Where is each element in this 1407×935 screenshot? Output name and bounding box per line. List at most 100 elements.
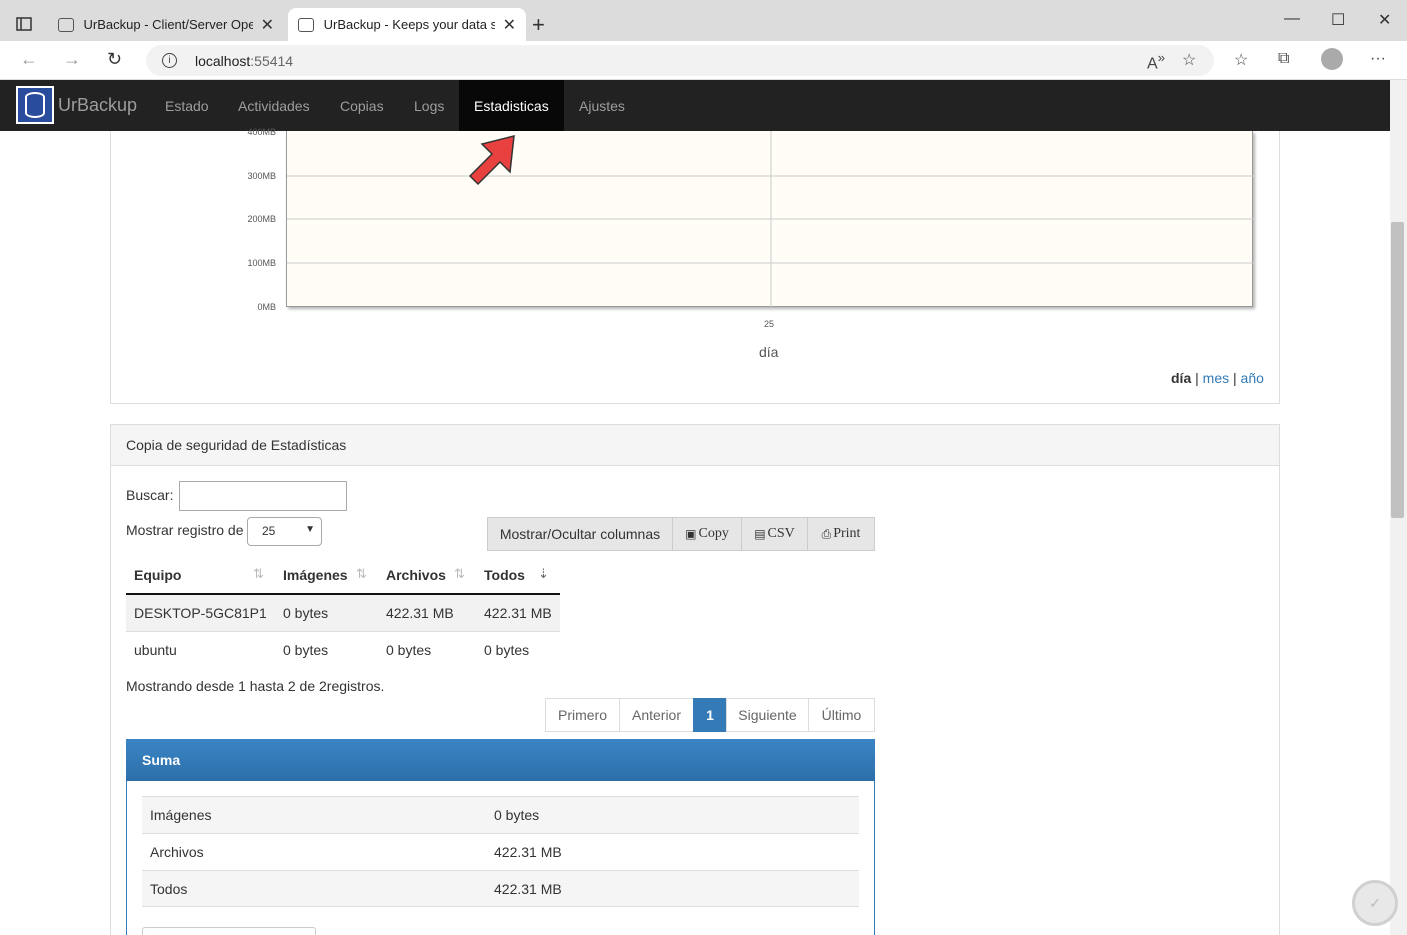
- sort-icon[interactable]: ⇅: [356, 566, 367, 582]
- url-field[interactable]: i localhost:55414: [146, 45, 1214, 76]
- brand[interactable]: UrBackup: [16, 86, 137, 124]
- toggle-columns-button[interactable]: Mostrar/Ocultar columnas: [487, 517, 673, 551]
- chart-plot-area: [286, 131, 1254, 307]
- browser-tab-bar: UrBackup - Client/Server Open S ✕ UrBack…: [0, 0, 1407, 41]
- sort-icon[interactable]: ⇅: [253, 566, 264, 582]
- profile-avatar[interactable]: [1321, 48, 1343, 70]
- suma-label: Imágenes: [150, 807, 212, 823]
- csv-file-icon: ▤: [754, 526, 766, 541]
- forward-icon[interactable]: →: [63, 49, 81, 70]
- y-tick-label: 400MB: [247, 127, 276, 137]
- y-tick-label: 100MB: [247, 258, 276, 268]
- column-header-todos[interactable]: Todos: [484, 567, 525, 583]
- browser-tab-2[interactable]: UrBackup - Keeps your data safe ✕: [288, 8, 526, 41]
- table-cell: 0 bytes: [283, 605, 329, 621]
- app-navbar: UrBackup Estado Actividades Copias Logs …: [0, 80, 1390, 131]
- table-cell: 0 bytes: [484, 642, 530, 658]
- column-header-equipo[interactable]: Equipo: [134, 567, 181, 583]
- suma-value: 0 bytes: [494, 807, 540, 823]
- minimize-icon[interactable]: —: [1284, 10, 1300, 28]
- favorites-icon[interactable]: ☆: [1234, 50, 1248, 70]
- browser-tab-1[interactable]: UrBackup - Client/Server Open S ✕: [48, 8, 284, 41]
- copy-label: Copy: [698, 526, 729, 541]
- reload-icon[interactable]: ↻: [107, 49, 122, 70]
- suma-value: 422.31 MB: [494, 844, 562, 860]
- range-anio-link[interactable]: año: [1241, 370, 1264, 386]
- nav-ajustes[interactable]: Ajustes: [564, 80, 640, 131]
- csv-label: CSV: [767, 526, 795, 541]
- suma-label: Archivos: [150, 844, 204, 860]
- printer-icon: ⎙: [821, 526, 832, 541]
- pager-page-1[interactable]: 1: [693, 698, 727, 732]
- nav-estadisticas[interactable]: Estadisticas: [459, 80, 564, 131]
- pager-last[interactable]: Último: [808, 698, 875, 732]
- copy-button[interactable]: ▣ Copy: [672, 517, 742, 551]
- collections-icon[interactable]: ⧉: [1278, 50, 1289, 68]
- suma-value: 422.31 MB: [494, 881, 562, 897]
- brand-name: UrBackup: [58, 94, 138, 115]
- select-value: 25: [262, 524, 276, 538]
- column-header-imagenes[interactable]: Imágenes: [283, 567, 348, 583]
- close-tab-icon[interactable]: ✕: [503, 15, 516, 35]
- watermark-logo-icon: ✓: [1352, 880, 1398, 926]
- page-icon: [58, 17, 74, 32]
- x-tick-label: 25: [764, 319, 775, 329]
- range-dia[interactable]: día: [1171, 370, 1191, 386]
- url-host: localhost: [195, 52, 251, 69]
- range-separator: |: [1195, 370, 1199, 386]
- column-header-archivos[interactable]: Archivos: [386, 567, 446, 583]
- csv-button[interactable]: ▤ CSV: [741, 517, 808, 551]
- y-tick-label: 200MB: [247, 214, 276, 224]
- table-cell: DESKTOP-5GC81P1: [134, 605, 267, 621]
- close-window-icon[interactable]: ✕: [1378, 10, 1391, 30]
- tab-actions-icon[interactable]: [10, 10, 38, 38]
- read-aloud-icon[interactable]: A»: [1147, 50, 1165, 73]
- stats-panel-heading: Copia de seguridad de Estadísticas: [111, 425, 1279, 466]
- back-icon[interactable]: ←: [20, 49, 38, 70]
- print-label: Print: [833, 526, 861, 541]
- range-selector: día | mes | año: [1171, 370, 1264, 386]
- suma-heading: Suma: [126, 739, 875, 781]
- range-mes-link[interactable]: mes: [1203, 370, 1229, 386]
- x-axis-label: día: [759, 344, 779, 360]
- scrollbar-thumb[interactable]: [1391, 222, 1404, 518]
- sort-icon[interactable]: ⇅: [454, 566, 465, 582]
- show-entries-select[interactable]: 25 ▼: [247, 517, 322, 546]
- table-cell: 0 bytes: [386, 642, 432, 658]
- maximize-icon[interactable]: ☐: [1331, 10, 1345, 30]
- suma-label: Todos: [150, 881, 188, 897]
- tab-title: UrBackup - Client/Server Open S: [83, 17, 253, 32]
- table-cell: 0 bytes: [283, 642, 329, 658]
- y-tick-label: 300MB: [247, 171, 276, 181]
- tab-title: UrBackup - Keeps your data safe: [323, 17, 495, 32]
- add-favorite-icon[interactable]: ☆: [1182, 50, 1196, 70]
- partial-button[interactable]: [142, 927, 316, 935]
- sort-desc-icon[interactable]: ⇣: [538, 566, 549, 582]
- nav-copias[interactable]: Copias: [325, 80, 399, 131]
- new-tab-icon[interactable]: +: [532, 12, 545, 38]
- nav-estado[interactable]: Estado: [150, 80, 224, 131]
- show-entries-label: Mostrar registro de: [126, 522, 244, 538]
- nav-logs[interactable]: Logs: [399, 80, 459, 131]
- pager-previous[interactable]: Anterior: [619, 698, 694, 732]
- nav-actividades[interactable]: Actividades: [223, 80, 325, 131]
- urbackup-logo-icon: [16, 86, 54, 124]
- table-cell: 422.31 MB: [386, 605, 454, 621]
- print-button[interactable]: ⎙ Print: [807, 517, 875, 551]
- page-icon: [298, 17, 314, 32]
- search-input[interactable]: [179, 481, 347, 511]
- copy-icon: ▣: [685, 526, 697, 541]
- table-cell: ubuntu: [134, 642, 177, 658]
- range-separator: |: [1233, 370, 1237, 386]
- y-tick-label: 0MB: [257, 302, 276, 312]
- table-info: Mostrando desde 1 hasta 2 de 2registros.: [126, 678, 385, 694]
- more-icon[interactable]: ···: [1370, 50, 1386, 68]
- url-port: :55414: [250, 52, 294, 69]
- close-tab-icon[interactable]: ✕: [261, 15, 274, 35]
- pager-next[interactable]: Siguiente: [726, 698, 809, 732]
- chevron-down-icon: ▼: [305, 524, 315, 535]
- table-cell: 422.31 MB: [484, 605, 552, 621]
- info-icon[interactable]: i: [162, 53, 177, 68]
- address-bar: ← → ↻ i localhost:55414 A» ☆ ☆ ⧉ ···: [0, 41, 1407, 80]
- pager-first[interactable]: Primero: [545, 698, 620, 732]
